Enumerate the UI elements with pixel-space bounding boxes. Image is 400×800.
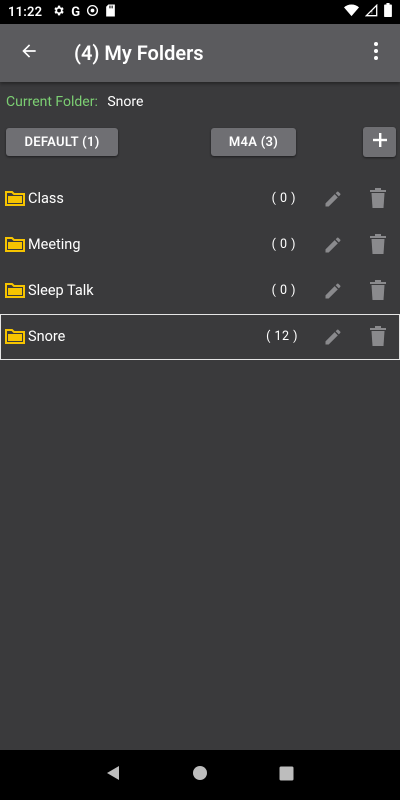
- trash-icon[interactable]: [369, 234, 387, 258]
- wifi-icon: [344, 4, 359, 21]
- sd-card-icon: [105, 4, 116, 21]
- add-folder-button[interactable]: [363, 127, 396, 157]
- folder-icon: [5, 190, 25, 210]
- folder-count: ( 0 ): [271, 237, 296, 252]
- folder-name: Snore: [28, 328, 66, 345]
- folder-row[interactable]: Sleep Talk ( 0 ): [0, 268, 400, 314]
- nav-back-button[interactable]: [98, 760, 128, 790]
- current-folder-label: Current Folder:: [6, 94, 98, 110]
- pencil-icon[interactable]: [323, 235, 343, 259]
- signal-icon: !: [364, 3, 378, 21]
- current-folder-value: Snore: [107, 94, 144, 110]
- circle-home-icon: [192, 765, 208, 785]
- status-time: 11:22: [8, 4, 43, 20]
- more-vertical-icon: [373, 41, 379, 65]
- folder-name: Class: [28, 190, 64, 207]
- app-bar: (4) My Folders: [0, 24, 400, 82]
- vpn-icon: [86, 4, 99, 21]
- m4a-filter-button[interactable]: M4A (3): [211, 128, 296, 156]
- trash-icon[interactable]: [369, 326, 387, 350]
- battery-icon: [384, 3, 392, 21]
- folder-list: Class ( 0 ) Meeting ( 0 ) Sleep Talk ( 0…: [0, 176, 400, 360]
- folder-name: Sleep Talk: [28, 282, 94, 299]
- pencil-icon[interactable]: [323, 189, 343, 213]
- folder-icon: [5, 236, 25, 256]
- folder-count: ( 12 ): [266, 329, 298, 344]
- trash-icon[interactable]: [369, 280, 387, 304]
- folder-toolbar: DEFAULT (1) M4A (3): [0, 127, 400, 158]
- folder-icon: [5, 328, 25, 348]
- folder-count: ( 0 ): [271, 283, 296, 298]
- arrow-left-icon: [19, 41, 39, 65]
- square-recents-icon: [279, 766, 294, 785]
- pencil-icon[interactable]: [323, 281, 343, 305]
- back-button[interactable]: [0, 24, 58, 82]
- folder-count: ( 0 ): [271, 191, 296, 206]
- folder-name: Meeting: [28, 236, 81, 253]
- triangle-back-icon: [105, 765, 121, 785]
- google-icon: G: [71, 4, 81, 20]
- folder-row[interactable]: Meeting ( 0 ): [0, 222, 400, 268]
- status-bar: 11:22 G !: [0, 0, 400, 24]
- current-folder: Current Folder: Snore: [6, 94, 143, 110]
- nav-home-button[interactable]: [185, 760, 215, 790]
- svg-text:!: !: [371, 9, 373, 15]
- folder-icon: [5, 282, 25, 302]
- page-title: (4) My Folders: [74, 41, 204, 65]
- folder-row-selected[interactable]: Snore ( 12 ): [0, 314, 400, 360]
- gear-icon: [52, 4, 65, 21]
- default-filter-button[interactable]: DEFAULT (1): [6, 128, 118, 156]
- plus-icon: [372, 132, 388, 152]
- trash-icon[interactable]: [369, 188, 387, 212]
- folder-row[interactable]: Class ( 0 ): [0, 176, 400, 222]
- system-nav-bar: [0, 750, 400, 800]
- overflow-menu-button[interactable]: [352, 24, 400, 82]
- pencil-icon[interactable]: [323, 327, 343, 351]
- nav-recents-button[interactable]: [272, 760, 302, 790]
